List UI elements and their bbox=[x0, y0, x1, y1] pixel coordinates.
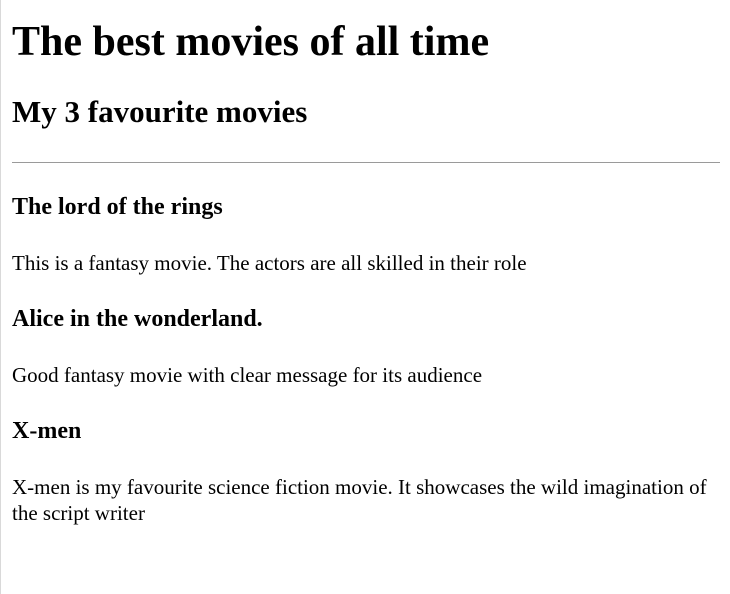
movie-title: X-men bbox=[12, 418, 82, 444]
movie-entry-alice-in-wonderland: Alice in the wonderland. Good fantasy mo… bbox=[12, 305, 720, 388]
page-title: The best movies of all time bbox=[12, 19, 490, 65]
movie-title: The lord of the rings bbox=[12, 194, 223, 220]
movie-entry-lord-of-the-rings: The lord of the rings This is a fantasy … bbox=[12, 193, 720, 276]
movie-entry-x-men: X-men X-men is my favourite science fict… bbox=[12, 417, 720, 526]
horizontal-divider bbox=[12, 162, 720, 163]
window-left-edge bbox=[0, 0, 1, 594]
page-subtitle: My 3 favourite movies bbox=[12, 94, 308, 129]
movie-description: X-men is my favourite science fiction mo… bbox=[12, 475, 707, 525]
movie-description: Good fantasy movie with clear message fo… bbox=[12, 363, 483, 387]
page-content: The best movies of all time My 3 favouri… bbox=[12, 0, 720, 526]
movie-description: This is a fantasy movie. The actors are … bbox=[12, 251, 527, 275]
movie-title: Alice in the wonderland. bbox=[12, 306, 263, 332]
